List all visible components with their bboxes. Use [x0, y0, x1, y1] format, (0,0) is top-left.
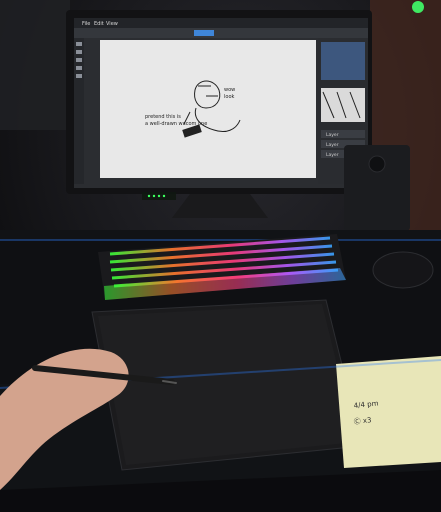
app-menu-bar [74, 18, 368, 28]
drawing-tablet-surface[interactable] [98, 304, 356, 465]
layer-label: Layer [326, 132, 339, 138]
menu-item-file[interactable]: File [82, 21, 90, 27]
indicator-light [157, 194, 161, 198]
speech-line-2: look [224, 94, 235, 100]
indicator-light [152, 194, 156, 198]
menu-item-edit[interactable]: Edit [94, 21, 104, 27]
scene-svg: File Edit View Layer Layer Layer pretend… [0, 0, 441, 512]
speech-line-1: wow [224, 87, 235, 93]
drawing-canvas[interactable] [100, 40, 316, 178]
brush-preview-panel[interactable] [321, 88, 365, 122]
app-toolbar [74, 28, 368, 38]
color-panel[interactable] [321, 42, 365, 80]
photo-scene: File Edit View Layer Layer Layer pretend… [0, 0, 441, 512]
sticky-note [336, 356, 441, 468]
indicator-light [162, 194, 166, 198]
tool-icon[interactable] [76, 50, 82, 54]
indicator-light [147, 194, 151, 198]
green-light [412, 1, 424, 13]
tool-icon[interactable] [76, 58, 82, 62]
menu-item-view[interactable]: View [106, 21, 118, 27]
speaker-tweeter [368, 155, 386, 173]
tool-icon[interactable] [76, 74, 82, 78]
tool-icon[interactable] [76, 66, 82, 70]
toolbar-active-button[interactable] [194, 30, 214, 36]
tool-icon[interactable] [76, 42, 82, 46]
layer-label: Layer [326, 152, 339, 158]
caption-line-2: a well-drawn wacom one [145, 121, 207, 127]
mouse[interactable] [372, 251, 434, 289]
left-wall-panel [0, 0, 70, 130]
layer-label: Layer [326, 142, 339, 148]
caption-line-1: pretend this is [145, 114, 181, 120]
